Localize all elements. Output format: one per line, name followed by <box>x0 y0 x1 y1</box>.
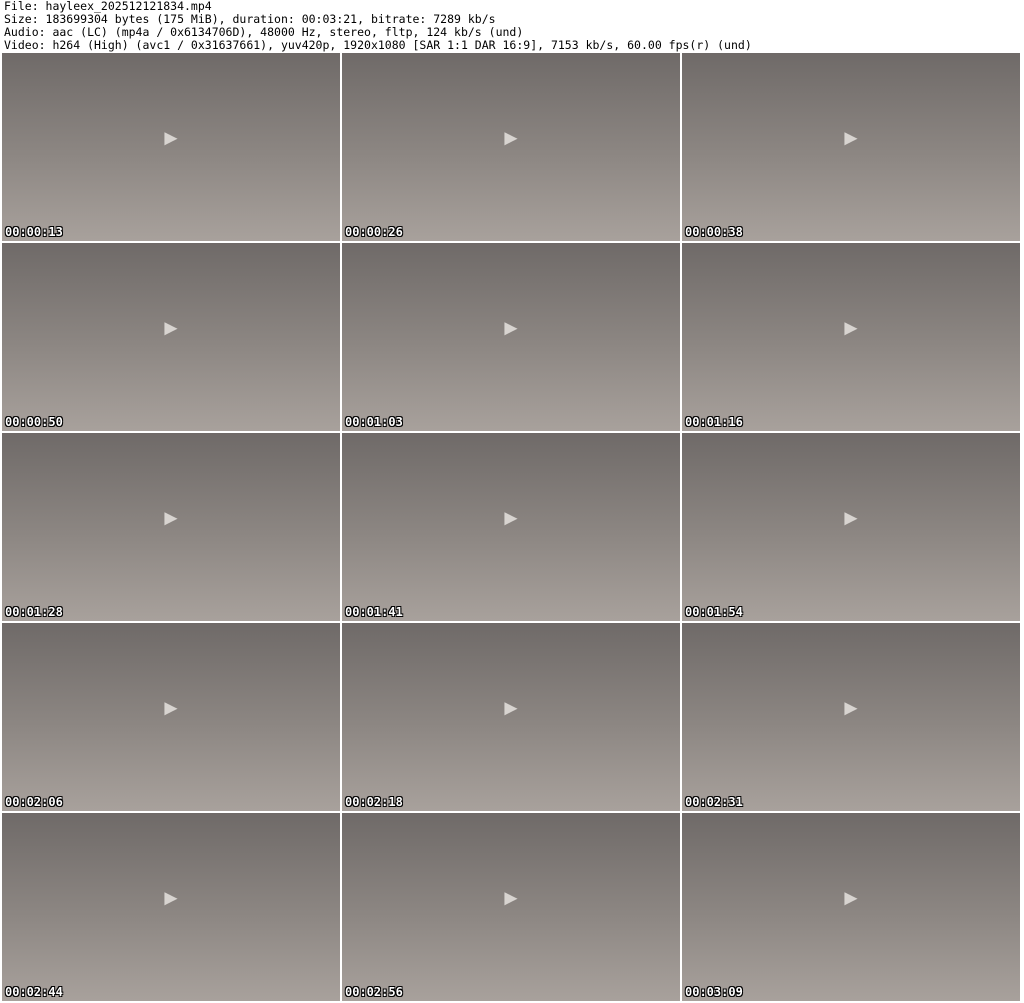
frame-timestamp: 00:01:28 <box>5 605 63 619</box>
frame-timestamp: 00:02:56 <box>345 985 403 999</box>
frame-placeholder-icon: ▶ <box>844 885 858 911</box>
frame-timestamp: 00:02:44 <box>5 985 63 999</box>
frame-placeholder-icon: ▶ <box>164 505 178 531</box>
frame-timestamp: 00:00:38 <box>685 225 743 239</box>
frame-placeholder-icon: ▶ <box>164 695 178 721</box>
video-frame-thumbnail[interactable]: ▶ 00:01:41 <box>342 433 680 621</box>
video-frame-thumbnail[interactable]: ▶ 00:00:26 <box>342 53 680 241</box>
frame-placeholder-icon: ▶ <box>504 315 518 341</box>
frame-timestamp: 00:00:50 <box>5 415 63 429</box>
frame-timestamp: 00:01:41 <box>345 605 403 619</box>
frame-timestamp: 00:03:09 <box>685 985 743 999</box>
frame-placeholder-icon: ▶ <box>504 695 518 721</box>
frame-timestamp: 00:01:54 <box>685 605 743 619</box>
video-info: Video: h264 (High) (avc1 / 0x31637661), … <box>4 38 752 52</box>
frame-placeholder-icon: ▶ <box>164 125 178 151</box>
frame-placeholder-icon: ▶ <box>844 315 858 341</box>
frame-placeholder-icon: ▶ <box>164 885 178 911</box>
video-frame-thumbnail[interactable]: ▶ 00:02:18 <box>342 623 680 811</box>
frame-timestamp: 00:01:03 <box>345 415 403 429</box>
frame-timestamp: 00:00:26 <box>345 225 403 239</box>
frame-timestamp: 00:01:16 <box>685 415 743 429</box>
video-frame-thumbnail[interactable]: ▶ 00:03:09 <box>682 813 1020 1001</box>
file-info-header: File: hayleex_202512121834.mp4 Size: 1836… <box>4 0 752 52</box>
video-frame-thumbnail[interactable]: ▶ 00:00:50 <box>2 243 340 431</box>
frame-placeholder-icon: ▶ <box>504 505 518 531</box>
video-frame-thumbnail[interactable]: ▶ 00:02:31 <box>682 623 1020 811</box>
frame-timestamp: 00:02:06 <box>5 795 63 809</box>
frame-placeholder-icon: ▶ <box>844 125 858 151</box>
thumbnail-grid: ▶ 00:00:13 ▶ 00:00:26 ▶ 00:00:38 ▶ 00:00:50 ▶ 00:… <box>2 53 1020 1001</box>
video-frame-thumbnail[interactable]: ▶ 00:01:54 <box>682 433 1020 621</box>
frame-placeholder-icon: ▶ <box>844 695 858 721</box>
frame-placeholder-icon: ▶ <box>164 315 178 341</box>
video-frame-thumbnail[interactable]: ▶ 00:02:56 <box>342 813 680 1001</box>
video-frame-thumbnail[interactable]: ▶ 00:00:38 <box>682 53 1020 241</box>
frame-timestamp: 00:00:13 <box>5 225 63 239</box>
video-frame-thumbnail[interactable]: ▶ 00:02:06 <box>2 623 340 811</box>
video-frame-thumbnail[interactable]: ▶ 00:02:44 <box>2 813 340 1001</box>
frame-timestamp: 00:02:31 <box>685 795 743 809</box>
video-frame-thumbnail[interactable]: ▶ 00:01:28 <box>2 433 340 621</box>
frame-timestamp: 00:02:18 <box>345 795 403 809</box>
video-frame-thumbnail[interactable]: ▶ 00:00:13 <box>2 53 340 241</box>
video-frame-thumbnail[interactable]: ▶ 00:01:03 <box>342 243 680 431</box>
frame-placeholder-icon: ▶ <box>504 885 518 911</box>
video-frame-thumbnail[interactable]: ▶ 00:01:16 <box>682 243 1020 431</box>
frame-placeholder-icon: ▶ <box>504 125 518 151</box>
frame-placeholder-icon: ▶ <box>844 505 858 531</box>
